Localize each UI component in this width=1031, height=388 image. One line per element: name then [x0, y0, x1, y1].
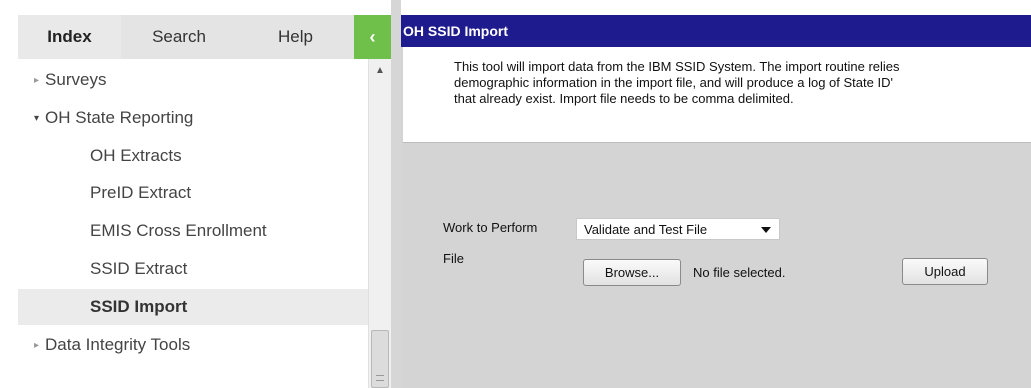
scroll-up-arrow-icon[interactable]: ▲ [369, 65, 391, 83]
tree-item-preid-extract[interactable]: PreID Extract [18, 175, 368, 211]
tree-item-oh-extracts[interactable]: OH Extracts [18, 138, 368, 174]
scrollbar-thumb[interactable] [371, 330, 389, 388]
file-status: No file selected. [693, 265, 786, 280]
page-title: OH SSID Import [401, 15, 1031, 47]
tree-item-label: OH Extracts [90, 146, 182, 165]
tree-item-data-integrity-tools[interactable]: ▸ Data Integrity Tools [18, 327, 368, 363]
tree-item-label: SSID Import [90, 297, 188, 316]
collapse-sidebar-button[interactable]: ‹ [354, 15, 391, 59]
sidebar: Index Search Help ‹ ▸ Surveys ▾ OH State… [0, 0, 391, 388]
tab-search[interactable]: Search [121, 15, 237, 59]
work-to-perform-select[interactable]: Validate and Test File [576, 218, 780, 240]
tab-index[interactable]: Index [18, 15, 121, 59]
main-panel: OH SSID Import This tool will import dat… [401, 15, 1031, 388]
panel-divider [391, 0, 401, 388]
tree-item-label: SSID Extract [90, 259, 188, 278]
description-line: that already exist. Import file needs to… [454, 91, 794, 106]
tree-item-label: PreID Extract [90, 183, 192, 202]
tree-item-label: OH State Reporting [45, 108, 194, 127]
tree-item-label: EMIS Cross Enrollment [90, 221, 267, 240]
tree-item-ssid-extract[interactable]: SSID Extract [18, 251, 368, 287]
triangle-right-icon: ▸ [34, 74, 40, 86]
tree-item-label: Surveys [45, 70, 107, 89]
dropdown-arrow-icon [761, 227, 771, 233]
tree-item-oh-state-reporting[interactable]: ▾ OH State Reporting [18, 100, 368, 136]
tree-item-ssid-import[interactable]: SSID Import [18, 289, 368, 325]
upload-button[interactable]: Upload [902, 258, 988, 285]
description-box: This tool will import data from the IBM … [403, 47, 1031, 143]
sidebar-tabs: Index Search Help ‹ [18, 15, 391, 59]
sidebar-scrollbar[interactable]: ▲ [368, 59, 391, 388]
triangle-down-icon: ▾ [34, 112, 40, 124]
chevron-left-icon: ‹ [369, 26, 376, 47]
work-to-perform-label: Work to Perform [443, 220, 538, 235]
description-line: demographic information in the import fi… [454, 75, 893, 90]
tree-item-surveys[interactable]: ▸ Surveys [18, 62, 368, 98]
selected-option: Validate and Test File [584, 221, 708, 237]
tree-item-emis-cross-enrollment[interactable]: EMIS Cross Enrollment [18, 213, 368, 249]
description-line: This tool will import data from the IBM … [454, 59, 900, 74]
file-label: File [443, 251, 464, 266]
grip-icon [376, 375, 384, 381]
triangle-right-icon: ▸ [34, 339, 40, 351]
navigation-tree: ▸ Surveys ▾ OH State Reporting OH Extrac… [18, 59, 368, 388]
tool-description: This tool will import data from the IBM … [454, 59, 1031, 107]
tree-item-label: Data Integrity Tools [45, 335, 191, 354]
tab-help[interactable]: Help [237, 15, 354, 59]
browse-button[interactable]: Browse... [583, 259, 681, 286]
